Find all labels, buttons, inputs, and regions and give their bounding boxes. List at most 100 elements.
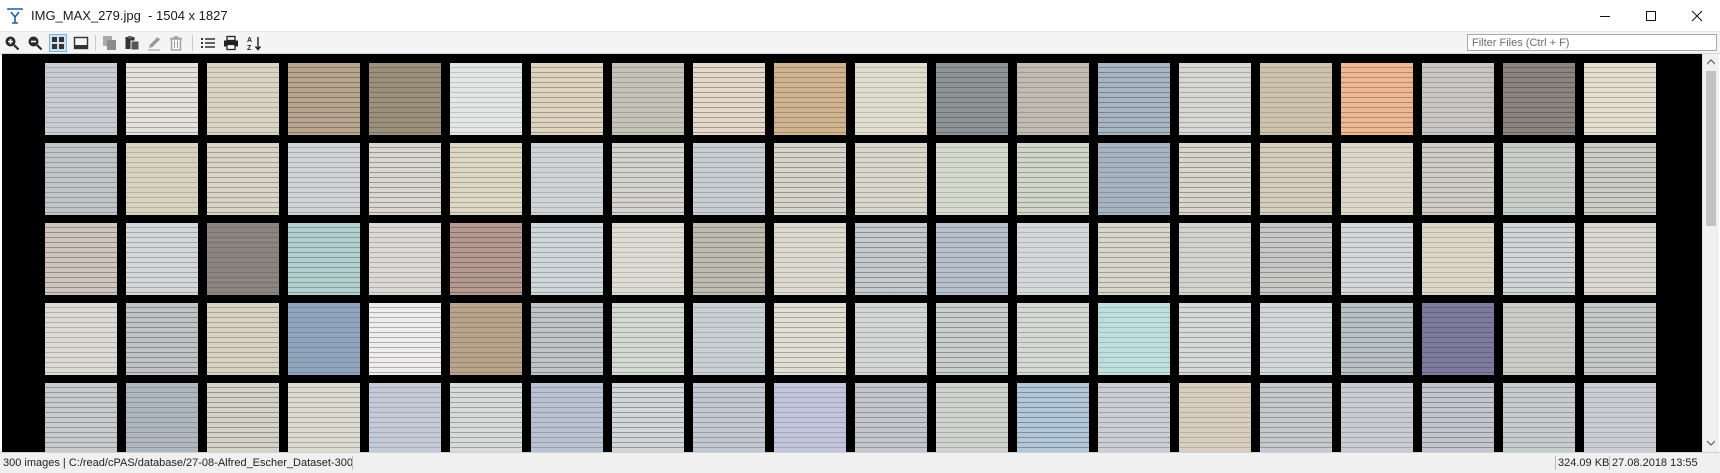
thumbnail[interactable] [774, 303, 846, 375]
thumbnail[interactable] [855, 303, 927, 375]
thumbnail[interactable] [207, 303, 279, 375]
thumbnail[interactable] [288, 303, 360, 375]
close-button[interactable] [1674, 0, 1720, 31]
thumbnail[interactable] [207, 143, 279, 215]
thumbnail[interactable] [126, 63, 198, 135]
filter-files-input[interactable] [1467, 34, 1717, 51]
maximize-button[interactable] [1628, 0, 1674, 31]
thumbnail[interactable] [1503, 63, 1575, 135]
thumbnail[interactable] [612, 143, 684, 215]
thumbnail[interactable] [1341, 223, 1413, 295]
thumbnail[interactable] [207, 63, 279, 135]
thumbnail[interactable] [288, 143, 360, 215]
thumbnail[interactable] [1422, 63, 1494, 135]
thumbnail[interactable] [531, 63, 603, 135]
thumbnail[interactable] [369, 383, 441, 452]
thumbnail[interactable] [1422, 383, 1494, 452]
thumbnail[interactable] [1179, 63, 1251, 135]
thumbnail[interactable] [45, 63, 117, 135]
grid-view-button[interactable] [49, 34, 67, 52]
thumbnail[interactable] [1098, 303, 1170, 375]
sort-button[interactable]: A Z [245, 34, 263, 52]
delete-button[interactable] [167, 34, 185, 52]
thumbnail[interactable] [1179, 303, 1251, 375]
thumbnail[interactable] [1503, 143, 1575, 215]
thumbnail[interactable] [1098, 383, 1170, 452]
thumbnail[interactable] [1503, 223, 1575, 295]
thumbnail[interactable] [450, 223, 522, 295]
vertical-scrollbar[interactable] [1702, 54, 1719, 452]
thumbnail[interactable] [1584, 383, 1656, 452]
thumbnail[interactable] [369, 223, 441, 295]
thumbnail[interactable] [1017, 143, 1089, 215]
thumbnail[interactable] [693, 303, 765, 375]
minimize-button[interactable] [1582, 0, 1628, 31]
thumbnail[interactable] [936, 143, 1008, 215]
thumbnail[interactable] [936, 63, 1008, 135]
zoom-in-button[interactable] [3, 34, 21, 52]
thumbnail[interactable] [450, 383, 522, 452]
scroll-up-arrow[interactable] [1703, 54, 1719, 70]
thumbnail[interactable] [1341, 143, 1413, 215]
thumbnail[interactable] [1179, 383, 1251, 452]
thumbnail[interactable] [855, 143, 927, 215]
thumbnail[interactable] [531, 303, 603, 375]
thumbnail[interactable] [612, 63, 684, 135]
thumbnail[interactable] [774, 63, 846, 135]
thumbnail[interactable] [1260, 63, 1332, 135]
thumbnail[interactable] [1584, 303, 1656, 375]
thumbnail[interactable] [612, 223, 684, 295]
thumbnail[interactable] [1260, 303, 1332, 375]
zoom-out-button[interactable] [26, 34, 44, 52]
thumbnail[interactable] [45, 303, 117, 375]
thumbnail[interactable] [1341, 383, 1413, 452]
thumbnail[interactable] [1584, 143, 1656, 215]
thumbnail[interactable] [1422, 303, 1494, 375]
thumbnail[interactable] [369, 303, 441, 375]
thumbnail[interactable] [1503, 303, 1575, 375]
thumbnail[interactable] [450, 303, 522, 375]
thumbnail[interactable] [288, 383, 360, 452]
thumbnail[interactable] [1179, 143, 1251, 215]
thumbnail[interactable] [369, 63, 441, 135]
thumbnail[interactable] [1260, 383, 1332, 452]
thumbnail[interactable] [936, 303, 1008, 375]
thumbnail[interactable] [288, 223, 360, 295]
thumbnail[interactable] [126, 143, 198, 215]
thumbnail[interactable] [693, 383, 765, 452]
thumbnail[interactable] [1017, 223, 1089, 295]
thumbnail[interactable] [207, 223, 279, 295]
thumbnail[interactable] [693, 223, 765, 295]
thumbnail[interactable] [126, 303, 198, 375]
thumbnail[interactable] [450, 143, 522, 215]
thumbnail[interactable] [1179, 223, 1251, 295]
thumbnail[interactable] [693, 143, 765, 215]
thumbnail[interactable] [1017, 303, 1089, 375]
thumbnail[interactable] [1098, 143, 1170, 215]
thumbnail[interactable] [1098, 223, 1170, 295]
thumbnail[interactable] [207, 383, 279, 452]
thumbnail[interactable] [450, 63, 522, 135]
thumbnail[interactable] [1503, 383, 1575, 452]
thumbnail[interactable] [855, 223, 927, 295]
thumbnail[interactable] [1341, 63, 1413, 135]
thumbnail[interactable] [126, 383, 198, 452]
thumbnail[interactable] [1017, 383, 1089, 452]
thumbnail[interactable] [855, 63, 927, 135]
thumbnail[interactable] [693, 63, 765, 135]
thumbnail[interactable] [936, 383, 1008, 452]
thumbnail[interactable] [936, 223, 1008, 295]
thumbnail[interactable] [855, 383, 927, 452]
print-button[interactable] [222, 34, 240, 52]
thumbnail[interactable] [531, 383, 603, 452]
thumbnail[interactable] [531, 143, 603, 215]
thumbnail[interactable] [774, 143, 846, 215]
thumbnail[interactable] [369, 143, 441, 215]
list-button[interactable] [199, 34, 217, 52]
thumbnail[interactable] [45, 143, 117, 215]
thumbnail[interactable] [531, 223, 603, 295]
thumbnail[interactable] [612, 303, 684, 375]
thumbnail[interactable] [1260, 143, 1332, 215]
thumbnail[interactable] [1017, 63, 1089, 135]
thumbnail[interactable] [774, 223, 846, 295]
